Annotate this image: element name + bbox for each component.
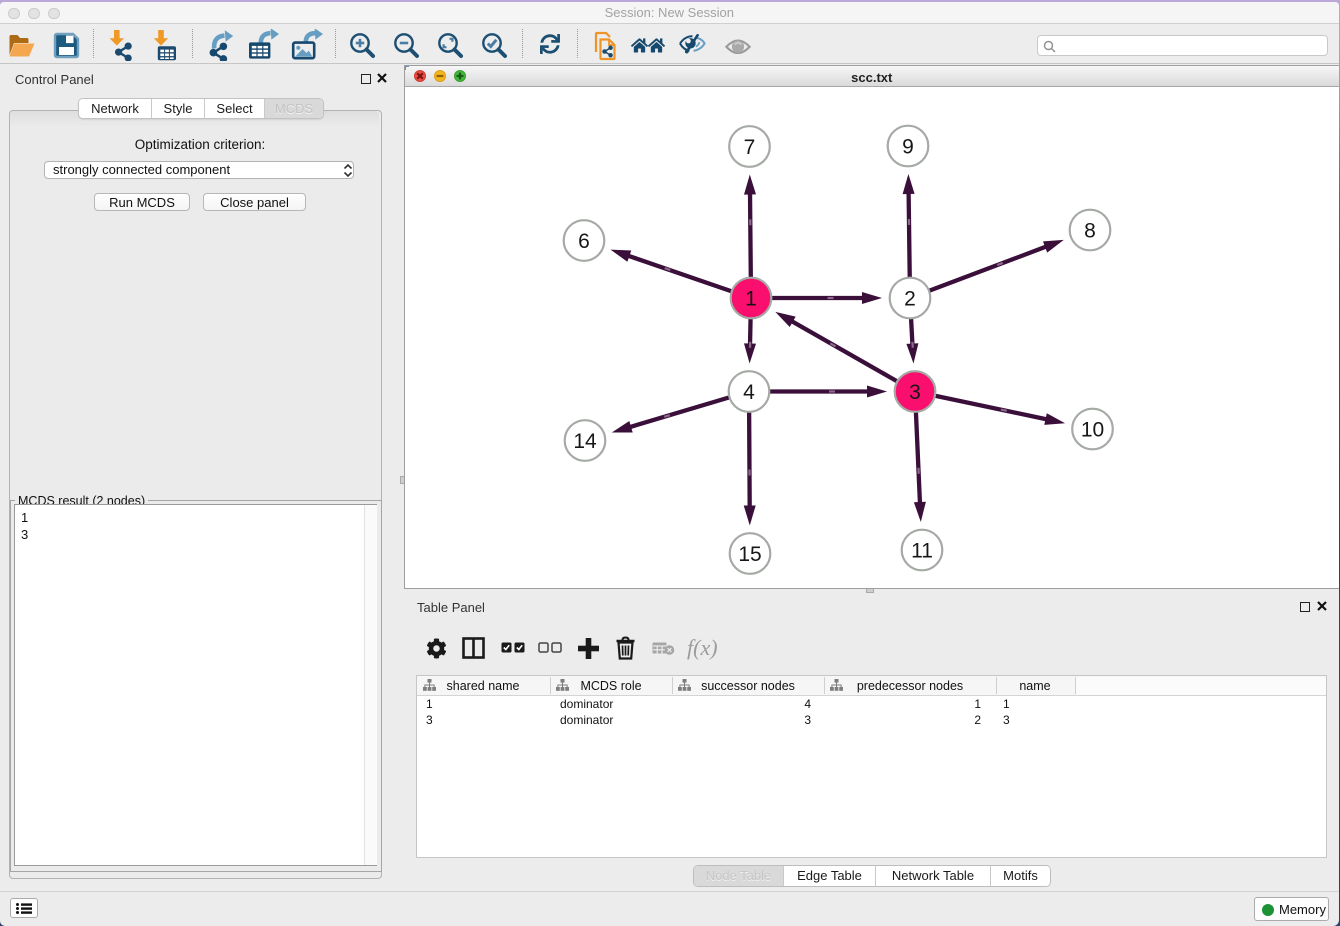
svg-text:9: 9 (902, 135, 914, 158)
svg-text:10: 10 (1081, 418, 1104, 441)
svg-text:4: 4 (743, 381, 755, 404)
svg-text:6: 6 (578, 230, 590, 253)
svg-text:3: 3 (909, 381, 921, 404)
svg-text:1: 1 (745, 287, 757, 310)
svg-text:15: 15 (738, 543, 761, 566)
svg-text:8: 8 (1084, 219, 1096, 242)
svg-text:14: 14 (573, 430, 597, 453)
svg-text:11: 11 (911, 539, 933, 562)
svg-text:2: 2 (904, 287, 916, 310)
svg-text:7: 7 (744, 136, 756, 159)
